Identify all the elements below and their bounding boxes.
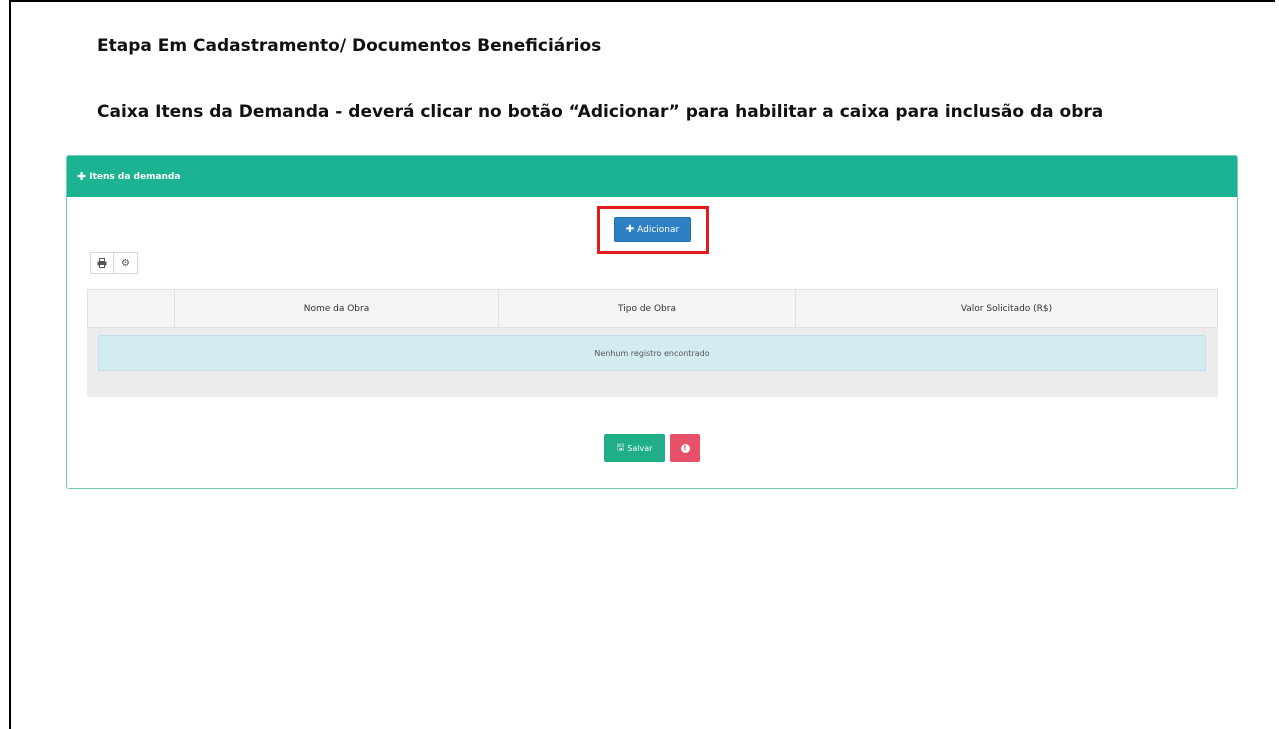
info-button[interactable]: ! — [670, 434, 700, 462]
slide-instruction: Caixa Itens da Demanda - deverá clicar n… — [97, 102, 1104, 122]
add-button-label: Adicionar — [637, 224, 680, 235]
save-icon: 🖫 — [616, 443, 625, 453]
plus-icon: ✚ — [625, 224, 635, 235]
table-toolbar: ⚙ — [90, 252, 138, 274]
save-button[interactable]: 🖫 Salvar — [604, 434, 665, 462]
slide-title: Etapa Em Cadastramento/ Documentos Benef… — [97, 36, 602, 56]
column-header-nome-obra[interactable]: Nome da Obra — [174, 289, 499, 328]
column-header[interactable] — [87, 289, 175, 328]
table-header-row: Nome da Obra Tipo de Obra Valor Solicita… — [87, 289, 1218, 328]
plus-icon: ✚ — [77, 170, 87, 183]
print-button[interactable] — [90, 252, 114, 274]
add-button[interactable]: ✚ Adicionar — [614, 217, 691, 242]
items-grid: Nome da Obra Tipo de Obra Valor Solicita… — [87, 289, 1218, 328]
empty-table-message: Nenhum registro encontrado — [98, 335, 1206, 371]
itens-demanda-panel: ✚ Itens da demanda ✚ Adicionar ⚙ Nome da… — [66, 155, 1238, 489]
gear-icon: ⚙ — [121, 257, 130, 269]
column-header-valor-solicitado[interactable]: Valor Solicitado (R$) — [795, 289, 1218, 328]
panel-header[interactable]: ✚ Itens da demanda — [67, 156, 1237, 197]
column-header-tipo-obra[interactable]: Tipo de Obra — [498, 289, 796, 328]
settings-button[interactable]: ⚙ — [114, 252, 138, 274]
panel-header-label: Itens da demanda — [89, 171, 181, 182]
info-icon: ! — [680, 443, 690, 453]
items-table: Nome da Obra Tipo de Obra Valor Solicita… — [87, 289, 1218, 397]
save-button-label: Salvar — [627, 443, 653, 453]
print-icon — [97, 258, 107, 268]
